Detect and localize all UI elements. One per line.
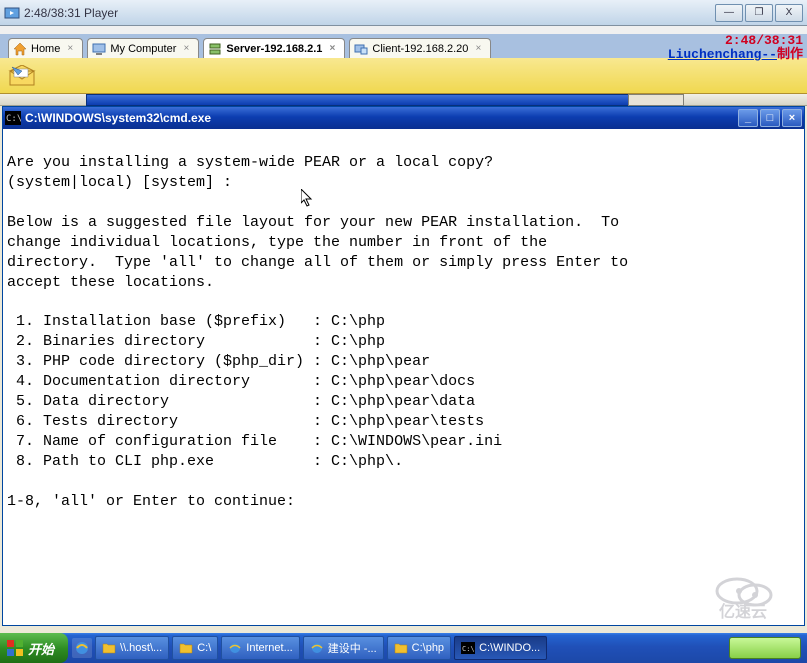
player-close-button[interactable]: X [775, 4, 803, 22]
taskbar-item-label: Internet... [246, 642, 292, 654]
tab-label: Server-192.168.2.1 [226, 43, 322, 55]
svg-text:C:\: C:\ [6, 114, 21, 124]
player-window-title: 2:48/38:31 Player [24, 6, 715, 20]
tab-client[interactable]: Client-192.168.2.20 × [349, 38, 491, 58]
player-app-icon [4, 5, 20, 21]
windows-taskbar: 开始 \\.host\... C:\ Internet... 建设中 -... C:\p… [0, 633, 807, 663]
player-menubar [0, 26, 807, 34]
taskbar-item-label: C:\ [197, 642, 211, 654]
svg-text:C:\: C:\ [462, 645, 475, 653]
client-icon [354, 42, 368, 56]
cmd-minimize-button[interactable]: _ [738, 109, 758, 127]
cmd-icon: C:\ [5, 111, 21, 125]
folder-icon [394, 642, 408, 654]
taskbar-item-label: \\.host\... [120, 642, 162, 654]
ie-icon [228, 641, 242, 655]
tab-label: My Computer [110, 43, 176, 55]
player-minimize-button[interactable]: — [715, 4, 743, 22]
cmd-close-button[interactable]: × [782, 109, 802, 127]
quick-launch-ie[interactable] [72, 638, 92, 658]
cmd-window: C:\ C:\WINDOWS\system32\cmd.exe _ □ × Ar… [2, 106, 805, 626]
cmd-titlebar[interactable]: C:\ C:\WINDOWS\system32\cmd.exe _ □ × [3, 107, 804, 129]
watermark-logo: 亿速云 [707, 571, 797, 621]
taskbar-item[interactable]: C:\php [387, 636, 451, 660]
start-button[interactable]: 开始 [0, 633, 68, 663]
taskbar-item[interactable]: 建设中 -... [303, 636, 384, 660]
mail-icon[interactable] [8, 65, 36, 87]
computer-icon [92, 42, 106, 56]
tab-label: Home [31, 43, 60, 55]
cmd-icon: C:\ [461, 642, 475, 654]
taskbar-item-label: 建设中 -... [328, 640, 377, 656]
svg-text:亿速云: 亿速云 [719, 602, 767, 621]
windows-logo-icon [6, 639, 24, 657]
player-titlebar: 2:48/38:31 Player — ❐ X [0, 0, 807, 26]
system-tray [725, 634, 805, 662]
tab-server[interactable]: Server-192.168.2.1 × [203, 38, 345, 58]
taskbar-item-label: C:\php [412, 642, 444, 654]
start-button-label: 开始 [28, 639, 54, 658]
tab-label: Client-192.168.2.20 [372, 43, 468, 55]
hidden-window-titlebar [86, 94, 646, 106]
tab-my-computer[interactable]: My Computer × [87, 38, 199, 58]
ie-icon [310, 641, 324, 655]
tab-close-icon[interactable]: × [472, 43, 484, 55]
mouse-cursor-icon [301, 189, 313, 207]
hidden-window-field [628, 94, 684, 106]
folder-icon [102, 642, 116, 654]
browser-toolbar-strip [0, 58, 807, 94]
tab-home[interactable]: Home × [8, 38, 83, 58]
taskbar-item[interactable]: Internet... [221, 636, 299, 660]
tab-close-icon[interactable]: × [64, 43, 76, 55]
overlay-info: 2:48/38:31 Liuchenchang--制作 [668, 34, 803, 63]
browser-tabs-bar: Home × My Computer × Server-192.168.2.1 … [0, 34, 807, 58]
taskbar-item-label: C:\WINDO... [479, 642, 540, 654]
cmd-maximize-button[interactable]: □ [760, 109, 780, 127]
cmd-terminal-output[interactable]: Are you installing a system-wide PEAR or… [3, 129, 804, 625]
folder-icon [179, 642, 193, 654]
overlay-credit-link[interactable]: Liuchenchang-- [668, 47, 777, 62]
player-window-controls: — ❐ X [715, 4, 803, 22]
taskbar-item[interactable]: C:\ [172, 636, 218, 660]
cmd-window-title: C:\WINDOWS\system32\cmd.exe [25, 111, 736, 125]
server-icon [208, 42, 222, 56]
home-icon [13, 42, 27, 56]
ie-icon [74, 640, 90, 656]
overlay-credit-suffix: 制作 [777, 47, 803, 62]
tab-close-icon[interactable]: × [326, 43, 338, 55]
tray-notification[interactable] [729, 637, 801, 659]
player-maximize-button[interactable]: ❐ [745, 4, 773, 22]
taskbar-item[interactable]: C:\ C:\WINDO... [454, 636, 547, 660]
taskbar-item[interactable]: \\.host\... [95, 636, 169, 660]
tab-close-icon[interactable]: × [180, 43, 192, 55]
